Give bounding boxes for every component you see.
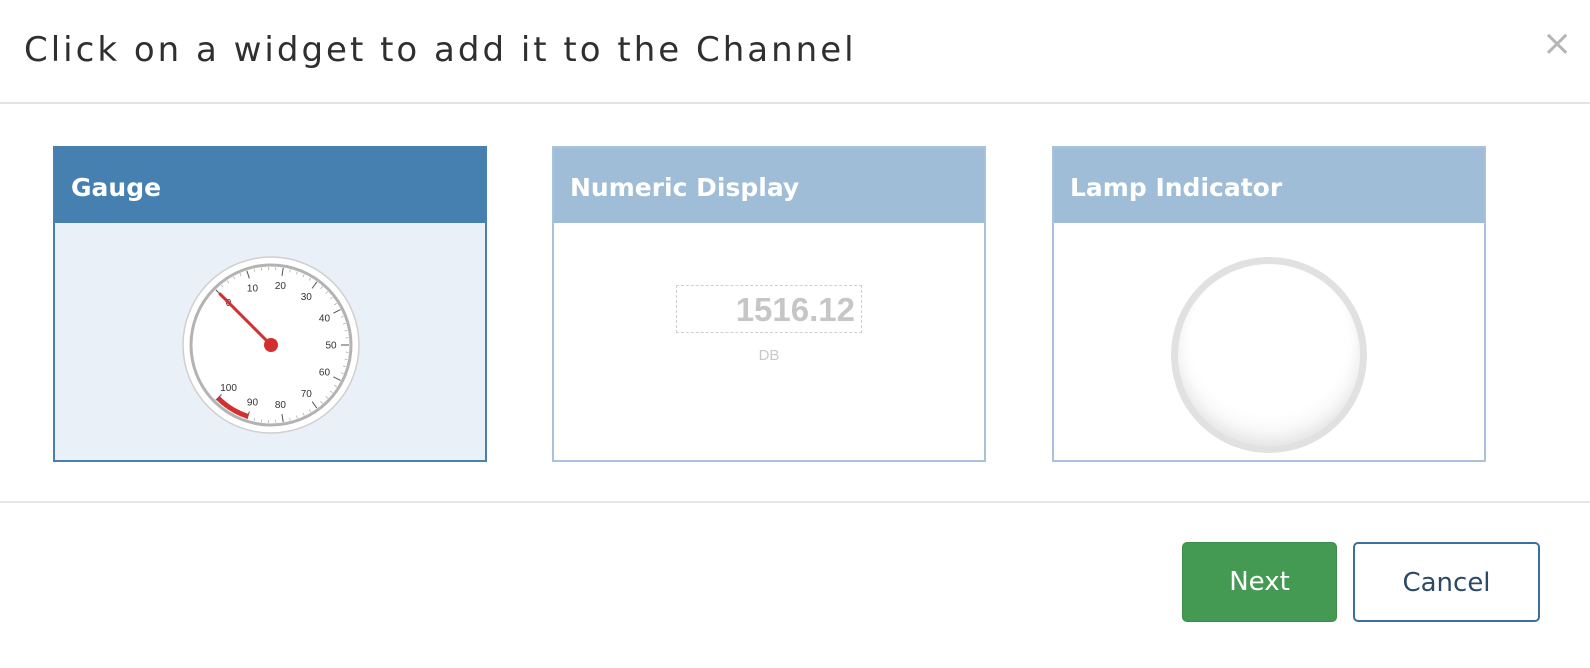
- gauge-preview: 0102030405060708090100: [182, 256, 360, 434]
- close-icon[interactable]: ×: [1542, 26, 1572, 62]
- footer-divider: [0, 501, 1590, 503]
- widget-card-title: Numeric Display: [554, 148, 984, 223]
- widget-card-lamp-indicator[interactable]: Lamp Indicator: [1052, 146, 1486, 462]
- next-button[interactable]: Next: [1182, 542, 1337, 622]
- numeric-unit: DB: [758, 347, 780, 364]
- widget-preview-gauge: 0102030405060708090100: [55, 223, 485, 460]
- widget-card-title: Gauge: [55, 148, 485, 223]
- numeric-value: 1516.12: [676, 285, 862, 333]
- gauge-tick-label: 30: [301, 292, 313, 303]
- gauge-tick-label: 10: [247, 283, 259, 294]
- cancel-button[interactable]: Cancel: [1353, 542, 1540, 622]
- gauge-tick-label: 20: [275, 281, 287, 292]
- gauge-tick-label: 40: [319, 313, 331, 324]
- gauge-tick-label: 60: [319, 368, 331, 379]
- widget-preview-numeric: 1516.12 DB: [554, 223, 984, 460]
- gauge-needle-pivot: [264, 338, 278, 352]
- widget-card-numeric-display[interactable]: Numeric Display 1516.12 DB: [552, 146, 986, 462]
- dialog-header: Click on a widget to add it to the Chann…: [0, 0, 1590, 104]
- gauge-tick-label: 100: [220, 383, 237, 394]
- lamp-indicator: [1171, 257, 1367, 453]
- widget-preview-lamp: [1054, 223, 1484, 460]
- widget-card-gauge[interactable]: Gauge 0102030405060708090100: [53, 146, 487, 462]
- dialog-title: Click on a widget to add it to the Chann…: [24, 30, 857, 70]
- gauge-tick-label: 80: [275, 400, 287, 411]
- gauge-tick-label: 70: [301, 389, 313, 400]
- gauge-tick-label: 90: [247, 398, 259, 409]
- widget-card-title: Lamp Indicator: [1054, 148, 1484, 223]
- gauge-tick-label: 50: [325, 341, 337, 352]
